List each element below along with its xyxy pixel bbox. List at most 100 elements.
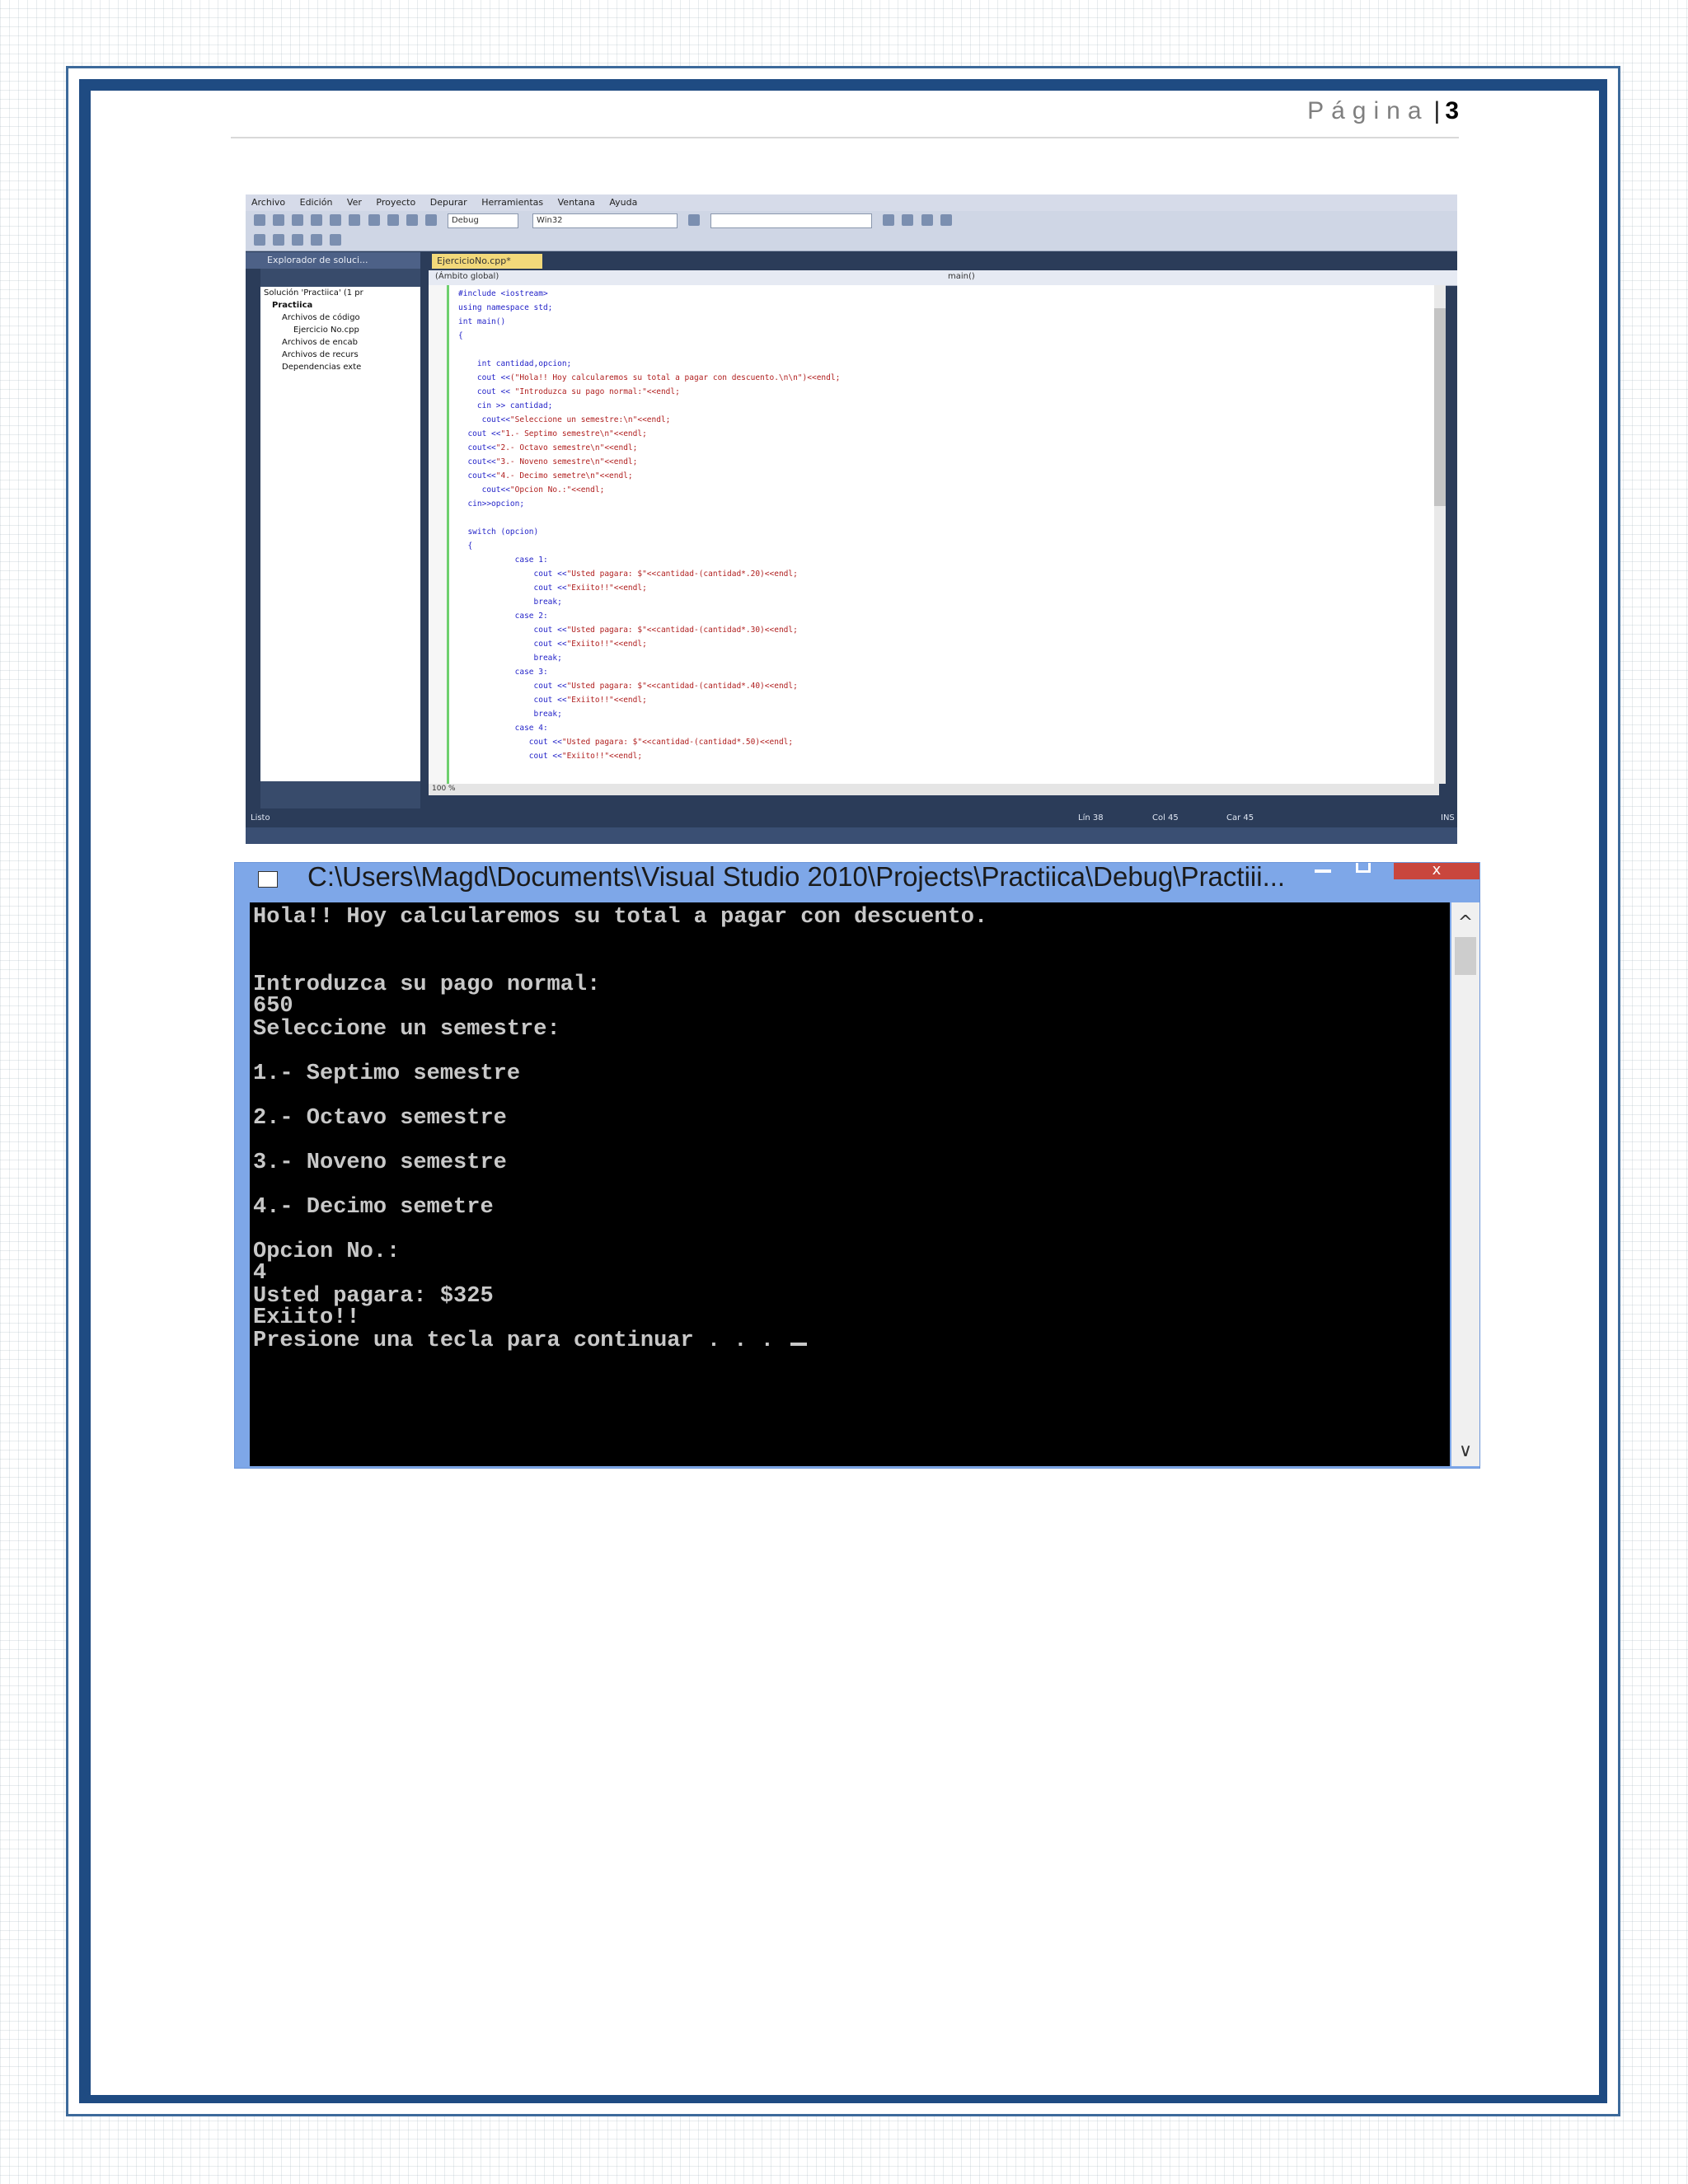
menu-item[interactable]: Archivo bbox=[246, 194, 291, 208]
ide-toolbar: Debug Win32 bbox=[246, 211, 1457, 251]
code-keyword: cin>>opcion; bbox=[458, 499, 525, 509]
copy-icon[interactable] bbox=[349, 214, 361, 226]
code-keyword: using namespace std; bbox=[458, 303, 553, 312]
code-line: cout <<"Exiito!!"<<endl; bbox=[458, 581, 840, 595]
redo-icon[interactable] bbox=[406, 214, 418, 226]
editor-scroll-thumb[interactable] bbox=[1434, 308, 1446, 506]
toolbox-icon[interactable] bbox=[883, 214, 895, 226]
code-editor[interactable]: #include <iostream> using namespace std; i… bbox=[429, 285, 1439, 784]
menu-item[interactable]: Depurar bbox=[424, 194, 473, 208]
properties-icon[interactable] bbox=[902, 214, 914, 226]
code-keyword: cout << bbox=[458, 696, 567, 705]
find-combo[interactable] bbox=[710, 213, 873, 228]
code-line: cout <<"Usted pagara: $"<<cantidad-(cant… bbox=[458, 623, 840, 637]
code-line: #include <iostream> bbox=[458, 287, 840, 301]
editor-tab[interactable]: EjercicioNo.cpp* bbox=[432, 254, 542, 269]
code-string: "Usted pagara: $"<<cantidad-(cantidad*.5… bbox=[561, 738, 794, 747]
menu-item[interactable]: Ver bbox=[341, 194, 368, 208]
code-keyword: cout<< bbox=[458, 471, 496, 480]
console-scroll-thumb[interactable] bbox=[1455, 937, 1476, 975]
member-combo[interactable]: main() bbox=[948, 272, 975, 281]
tree-item[interactable]: Practiica bbox=[260, 299, 420, 312]
code-line: cout <<"Usted pagara: $"<<cantidad-(cant… bbox=[458, 679, 840, 693]
zoom-level[interactable]: 100 % bbox=[432, 785, 456, 793]
scope-combo[interactable]: (Ámbito global) bbox=[435, 272, 499, 281]
uncomment-icon[interactable] bbox=[311, 234, 323, 246]
code-string: "Seleccione un semestre:\n"<<endl; bbox=[509, 415, 671, 424]
status-line: Lín 38 bbox=[1078, 813, 1104, 823]
save-icon[interactable] bbox=[292, 214, 304, 226]
console-scrollbar[interactable]: ^ ∨ bbox=[1451, 902, 1479, 1466]
undo-icon[interactable] bbox=[387, 214, 399, 226]
status-ins: INS bbox=[1441, 813, 1455, 823]
tree-item[interactable]: Solución 'Practiica' (1 pr bbox=[260, 287, 420, 299]
console-window: C:\Users\Magd\Documents\Visual Studio 20… bbox=[234, 862, 1480, 1469]
comment-icon[interactable] bbox=[292, 234, 304, 246]
minimize-icon[interactable] bbox=[1315, 869, 1331, 873]
close-button[interactable]: x bbox=[1394, 863, 1479, 879]
toolbar-row-2 bbox=[252, 231, 343, 249]
console-line: 1.- Septimo semestre bbox=[253, 1062, 521, 1086]
code-keyword: cout << bbox=[458, 429, 501, 438]
outdent-icon[interactable] bbox=[273, 234, 285, 246]
code-string: "Introduzca su pago normal:"<<endl; bbox=[514, 387, 680, 396]
class-view-icon[interactable] bbox=[940, 214, 952, 226]
code-line: switch (opcion) bbox=[458, 525, 840, 539]
code-line: cout <<"Exiito!!"<<endl; bbox=[458, 749, 840, 763]
new-project-icon[interactable] bbox=[254, 214, 265, 226]
start-debug-icon[interactable] bbox=[424, 214, 437, 226]
paste-icon[interactable] bbox=[368, 214, 380, 226]
menu-item[interactable]: Proyecto bbox=[370, 194, 421, 208]
chevron-down-icon[interactable]: ∨ bbox=[1451, 1441, 1479, 1461]
windows-taskbar bbox=[246, 827, 1457, 844]
code-line: using namespace std; bbox=[458, 301, 840, 315]
code-line: cout <<"Exiito!!"<<endl; bbox=[458, 693, 840, 707]
cut-icon[interactable] bbox=[330, 214, 342, 226]
menu-item[interactable]: Ayuda bbox=[603, 194, 643, 208]
menu-item[interactable]: Herramientas bbox=[476, 194, 549, 208]
code-keyword: { bbox=[458, 541, 473, 551]
code-string: ("Hola!! Hoy calcularemos su total a pag… bbox=[509, 373, 841, 382]
code-text: #include <iostream> using namespace std; i… bbox=[458, 287, 840, 763]
code-keyword: cout<< bbox=[458, 457, 496, 466]
save-all-icon[interactable] bbox=[311, 214, 323, 226]
platform-combo[interactable]: Win32 bbox=[532, 213, 678, 228]
code-line: case 3: bbox=[458, 665, 840, 679]
code-keyword: cout << bbox=[458, 387, 515, 396]
page-number: 3 bbox=[1445, 97, 1459, 124]
tree-item[interactable]: Dependencias exte bbox=[260, 361, 420, 373]
tree-item[interactable]: Archivos de código bbox=[260, 312, 420, 324]
editor-tabstrip: EjercicioNo.cpp* bbox=[429, 252, 1457, 269]
code-string: "Exiito!!"<<endl; bbox=[561, 752, 643, 761]
solution-explorer-icon[interactable] bbox=[921, 214, 933, 226]
code-line: int cantidad,opcion; bbox=[458, 357, 840, 371]
code-keyword: break; bbox=[458, 598, 562, 607]
bookmark-icon[interactable] bbox=[330, 234, 342, 246]
indent-icon[interactable] bbox=[254, 234, 265, 246]
menu-item[interactable]: Edición bbox=[294, 194, 339, 208]
code-keyword: cout << bbox=[458, 682, 567, 691]
menu-item[interactable]: Ventana bbox=[552, 194, 601, 208]
console-line: 650 bbox=[253, 994, 293, 1019]
code-keyword: cout << bbox=[458, 640, 567, 649]
tree-item[interactable]: Archivos de recurs bbox=[260, 349, 420, 361]
open-icon[interactable] bbox=[273, 214, 285, 226]
find-icon[interactable] bbox=[688, 214, 701, 226]
solution-tree: Solución 'Practiica' (1 pr Practiica Arc… bbox=[260, 287, 420, 781]
tree-item[interactable]: Archivos de encab bbox=[260, 336, 420, 349]
page-label: Página bbox=[1307, 97, 1429, 124]
status-car: Car 45 bbox=[1226, 813, 1254, 823]
side-tab-strip[interactable] bbox=[246, 269, 260, 829]
config-combo[interactable]: Debug bbox=[447, 213, 518, 228]
code-line: cout <<"Usted pagara: $"<<cantidad-(cant… bbox=[458, 735, 840, 749]
chevron-up-icon[interactable]: ^ bbox=[1451, 912, 1479, 933]
code-line: int main() bbox=[458, 315, 840, 329]
tree-item[interactable]: Ejercicio No.cpp bbox=[260, 324, 420, 336]
code-string: "Usted pagara: $"<<cantidad-(cantidad*.2… bbox=[566, 569, 798, 579]
console-output[interactable]: Hola!! Hoy calcularemos su total a pagar… bbox=[250, 902, 1450, 1466]
console-line: Introduzca su pago normal: bbox=[253, 972, 601, 997]
console-title-bar: C:\Users\Magd\Documents\Visual Studio 20… bbox=[253, 863, 1349, 906]
maximize-icon[interactable] bbox=[1356, 863, 1371, 873]
code-keyword: cout << bbox=[458, 373, 510, 382]
